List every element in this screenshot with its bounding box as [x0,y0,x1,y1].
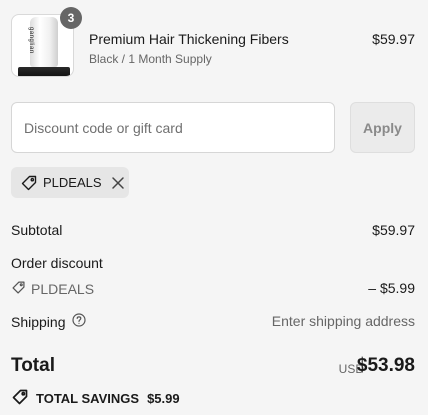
savings-amount: $5.99 [147,391,180,406]
discount-code-row: PLDEALS [11,280,94,298]
shipping-row: Shipping [11,313,86,330]
subtotal-label: Subtotal [11,222,63,238]
product-bottle-text: ganglian [28,27,34,54]
line-item: ganglian 3 Premium Hair Thickening Fiber… [11,7,415,77]
shipping-value: Enter shipping address [271,313,415,329]
product-base-image [18,67,70,76]
quantity-badge: 3 [60,7,82,29]
tag-icon [20,174,38,192]
total-amount: $53.98 [356,355,415,376]
subtotal-value: $59.97 [372,222,415,238]
discount-value: – $5.99 [368,280,415,296]
total-savings: TOTAL SAVINGS $5.99 [11,388,180,409]
product-bottle-image [30,17,58,67]
savings-label: TOTAL SAVINGS [36,391,140,406]
order-discount-label: Order discount [11,255,103,271]
discount-code-input[interactable] [11,102,335,153]
product-name: Premium Hair Thickening Fibers [89,31,289,47]
discount-code-label: PLDEALS [31,281,95,297]
applied-discount-code: PLDEALS [43,175,102,190]
apply-button[interactable]: Apply [350,102,415,153]
tag-icon [11,280,26,298]
product-price: $59.97 [372,31,415,47]
product-variant: Black / 1 Month Supply [89,52,212,66]
shipping-label: Shipping [11,313,66,330]
question-circle-icon[interactable] [71,313,86,330]
close-icon[interactable] [111,176,125,190]
applied-discount-chip: PLDEALS [11,167,129,198]
tag-icon [11,388,29,409]
total-label: Total [11,355,55,376]
